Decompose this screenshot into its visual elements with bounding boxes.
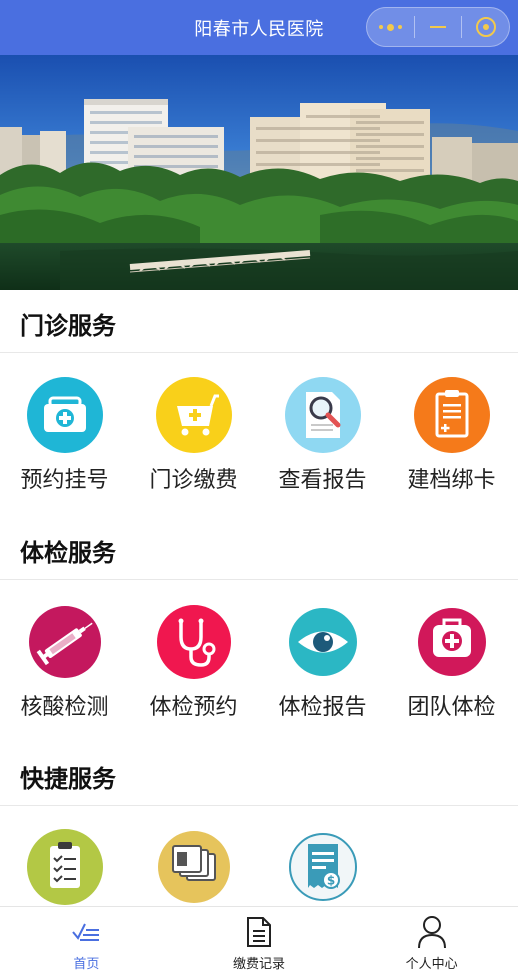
service-label: 核酸检测 [20, 695, 109, 720]
tab-label: 缴费记录 [233, 957, 286, 972]
service-label: 预约挂号 [20, 468, 109, 493]
service-group-checkup[interactable]: 团队体检 [387, 603, 516, 743]
close-ring-icon [475, 17, 496, 37]
section-title-quick: 快捷服务 [20, 765, 116, 793]
section-title-checkup: 体检服务 [20, 539, 116, 567]
section-divider [0, 805, 518, 806]
page-title: 阳春市人民医院 [194, 18, 324, 40]
service-register-card[interactable]: 建档绑卡 [387, 376, 516, 516]
service-checkup-report[interactable]: 体检报告 [258, 603, 387, 743]
hospital-banner[interactable] [0, 55, 518, 290]
clipboard-icon [414, 377, 490, 453]
service-view-report[interactable]: 查看报告 [258, 376, 387, 516]
service-label: 体检报告 [278, 695, 367, 720]
service-nucleic-test[interactable]: 核酸检测 [0, 603, 129, 743]
person-icon [416, 915, 448, 949]
more-button[interactable] [367, 8, 414, 46]
svg-text:$: $ [327, 874, 335, 888]
tab-label: 首页 [73, 957, 100, 972]
service-appointment[interactable]: 预约挂号 [0, 376, 129, 516]
tab-profile[interactable]: 个人中心 [345, 907, 518, 975]
minimize-icon [430, 26, 446, 28]
receipt-icon: $ [289, 833, 357, 901]
cart-icon [156, 377, 232, 453]
service-label: 体检预约 [149, 695, 238, 720]
checkup-service-grid: 核酸检测 体检预约 体检报告 团队体检 [0, 603, 518, 743]
section-divider [0, 352, 518, 353]
service-label: 建档绑卡 [407, 468, 496, 493]
miniprogram-capsule [366, 7, 510, 47]
service-label: 查看报告 [278, 468, 367, 493]
magnify-report-icon [285, 377, 361, 453]
close-button[interactable] [462, 8, 509, 46]
home-check-icon [70, 915, 102, 949]
tab-home[interactable]: 首页 [0, 907, 173, 975]
nav-header: 阳春市人民医院 [0, 0, 518, 55]
outpatient-service-grid: 预约挂号 门诊缴费 查看报告 建档绑卡 [0, 376, 518, 516]
bottom-tab-bar: 首页 缴费记录 个人中心 [0, 906, 518, 975]
service-checkup-booking[interactable]: 体检预约 [129, 603, 258, 743]
first-aid-kit-icon [418, 608, 486, 676]
document-icon [243, 915, 275, 949]
service-label: 门诊缴费 [149, 468, 238, 493]
hospital-buildings-photo [0, 55, 518, 290]
service-payment[interactable]: 门诊缴费 [129, 376, 258, 516]
tab-label: 个人中心 [405, 957, 458, 972]
service-label: 团队体检 [407, 695, 496, 720]
cards-icon [158, 831, 230, 903]
eye-icon [289, 608, 357, 676]
tab-payment-records[interactable]: 缴费记录 [173, 907, 346, 975]
syringe-icon [29, 606, 101, 678]
medical-kit-icon [27, 377, 103, 453]
minimize-button[interactable] [415, 8, 462, 46]
stethoscope-icon [157, 605, 231, 679]
more-dots-icon [378, 23, 402, 31]
section-divider [0, 579, 518, 580]
checklist-icon [27, 829, 103, 905]
section-title-outpatient: 门诊服务 [20, 312, 116, 340]
